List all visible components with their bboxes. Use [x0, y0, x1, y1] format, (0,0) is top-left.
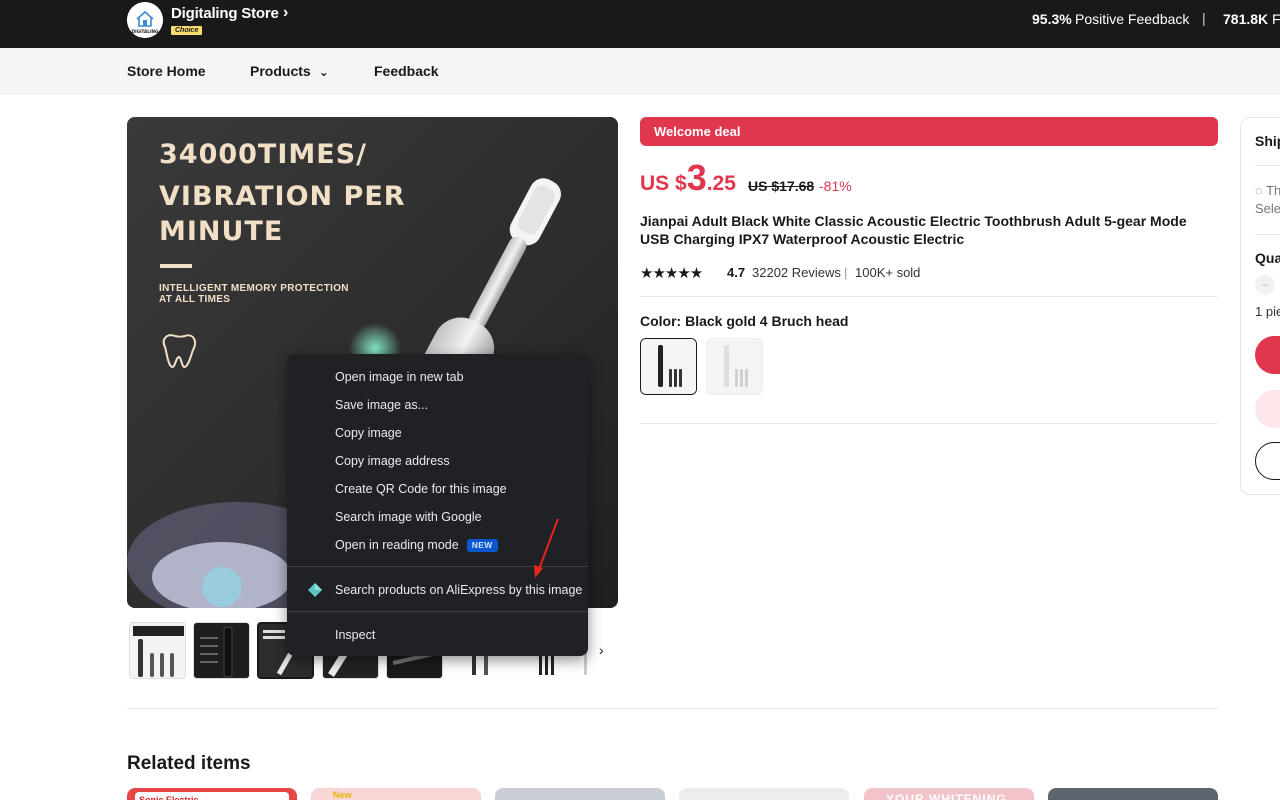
price-currency: US $ — [640, 172, 687, 195]
buy-now-button[interactable] — [1255, 336, 1280, 374]
menu-separator — [287, 611, 588, 612]
wishlist-button[interactable] — [1255, 442, 1280, 480]
color-label: Color: Black gold 4 Bruch head — [640, 313, 849, 329]
menu-open-reading-mode-label: Open in reading mode — [335, 538, 459, 552]
rating-value: 4.7 — [727, 265, 746, 280]
followers-number: 781.8K — [1223, 11, 1269, 27]
price-decimal: .25 — [706, 172, 736, 195]
menu-create-qr-code[interactable]: Create QR Code for this image — [287, 475, 588, 503]
menu-open-reading-mode[interactable]: Open in reading mode NEW — [287, 531, 588, 559]
color-swatch-white[interactable] — [706, 338, 763, 395]
related-item-label: Sonic Electric — [135, 792, 289, 800]
store-nav: Store Home Products ⌄ Feedback — [0, 48, 1280, 94]
related-item-card[interactable]: New — [311, 788, 481, 800]
image-headline-line-1: 34000TIMES/ — [159, 139, 368, 170]
thumbnail[interactable] — [193, 622, 250, 679]
related-item-card[interactable]: YOUR WHITENING — [864, 788, 1034, 800]
followers-label: Fo — [1272, 11, 1280, 27]
house-logo-icon: DIGITALING — [127, 2, 163, 38]
add-to-cart-button[interactable] — [1255, 390, 1280, 428]
logo-text: DIGITALING — [132, 29, 160, 34]
followers-count: 781.8K Fo — [1223, 11, 1280, 27]
new-badge: NEW — [466, 539, 498, 552]
image-subline-1: INTELLIGENT MEMORY PROTECTION — [159, 283, 349, 294]
sold-count: 100K+ sold — [855, 265, 921, 280]
menu-separator — [287, 566, 588, 567]
nav-products-label: Products — [250, 63, 311, 79]
nav-feedback[interactable]: Feedback — [374, 63, 439, 79]
store-logo[interactable]: DIGITALING — [127, 2, 163, 38]
product-title: Jianpai Adult Black White Classic Acoust… — [640, 213, 1187, 247]
image-headline-line-3: MINUTE — [159, 216, 284, 247]
related-item-card[interactable] — [495, 788, 665, 800]
thumbnail-next-chevron-icon[interactable]: › — [599, 642, 604, 658]
header-separator: | — [1202, 10, 1206, 26]
menu-search-aliexpress-by-image[interactable]: Search products on AliExpress by this im… — [287, 576, 588, 604]
menu-copy-image-address[interactable]: Copy image address — [287, 447, 588, 475]
store-name-link[interactable]: Digitaling Store — [171, 5, 279, 22]
related-item-card[interactable] — [679, 788, 849, 800]
rating-separator: | — [844, 265, 848, 280]
divider — [640, 423, 1218, 424]
divider — [127, 708, 1218, 709]
divider — [1255, 165, 1280, 166]
shipping-info: ◌ Th Sele — [1255, 182, 1280, 218]
menu-copy-image[interactable]: Copy image — [287, 419, 588, 447]
positive-feedback-label: Positive Feedback — [1075, 11, 1190, 27]
original-price: US $17.68 — [748, 178, 815, 194]
image-subline-2: AT ALL TIMES — [159, 294, 231, 305]
chevron-down-icon: ⌄ — [318, 65, 329, 79]
related-items-title: Related items — [127, 753, 251, 774]
positive-feedback-percent: 95.3% — [1032, 11, 1072, 27]
price-integer: 3 — [686, 157, 707, 198]
related-item-card[interactable] — [1048, 788, 1218, 800]
menu-search-aliexpress-label: Search products on AliExpress by this im… — [335, 583, 583, 597]
purchase-sidebar: Ship ◌ Th Sele Qua − 1 pie — [1240, 117, 1280, 495]
menu-search-image-google[interactable]: Search image with Google — [287, 503, 588, 531]
discount-percent: -81% — [819, 178, 852, 194]
headline-rule — [160, 264, 192, 268]
related-item-card[interactable]: Sonic Electric — [127, 788, 297, 800]
sale-price: US $3.25 — [640, 157, 736, 199]
chevron-right-icon[interactable]: › — [283, 4, 288, 22]
store-header: DIGITALING Digitaling Store › Choice 95.… — [0, 0, 1280, 48]
color-swatch-black-gold[interactable] — [640, 338, 697, 395]
choice-badge: Choice — [171, 26, 202, 35]
divider — [1255, 234, 1280, 235]
related-item-label: YOUR WHITENING — [886, 792, 1007, 800]
related-item-label: New — [333, 790, 352, 800]
ship-to-label[interactable]: Ship — [1255, 133, 1280, 149]
shipping-info-text-1: Th — [1266, 183, 1280, 198]
menu-save-image-as[interactable]: Save image as... — [287, 391, 588, 419]
reviews-link[interactable]: 32202 Reviews — [752, 265, 841, 280]
shipping-info-line-2: Sele — [1255, 201, 1280, 216]
divider — [640, 296, 1218, 297]
star-rating-icon: ★★★★★ — [640, 265, 703, 282]
welcome-deal-banner: Welcome deal — [640, 117, 1218, 146]
quantity-label: Qua — [1255, 250, 1280, 266]
nav-products[interactable]: Products ⌄ — [250, 63, 329, 79]
thumbnail[interactable] — [129, 622, 186, 679]
nav-store-home[interactable]: Store Home — [127, 63, 206, 79]
aliexpress-extension-icon — [308, 583, 322, 597]
quantity-decrease-button[interactable]: − — [1255, 275, 1275, 295]
shipping-info-line-1: ◌ Th — [1255, 183, 1280, 198]
menu-open-image-new-tab[interactable]: Open image in new tab — [287, 363, 588, 391]
image-headline-line-2: VIBRATION PER — [159, 181, 406, 212]
menu-inspect[interactable]: Inspect — [287, 621, 588, 649]
context-menu: Open image in new tab Save image as... C… — [287, 354, 588, 656]
pieces-available: 1 pie — [1255, 304, 1280, 319]
